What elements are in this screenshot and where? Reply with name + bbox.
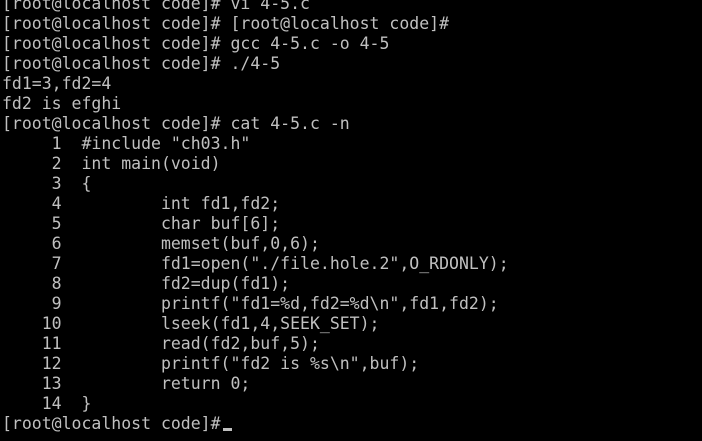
terminal-line-14: 7 fd1=open("./file.hole.2",O_RDONLY); [2, 254, 509, 273]
terminal-prompt: [root@localhost code]# [2, 414, 221, 433]
terminal-line-2: [root@localhost code]# [root@localhost c… [2, 14, 450, 33]
terminal-prompt-line[interactable]: [root@localhost code]# [2, 414, 232, 434]
terminal-line-17: 10 lseek(fd1,4,SEEK_SET); [2, 314, 380, 333]
terminal-line-4: [root@localhost code]# ./4-5 [2, 54, 281, 73]
terminal-line-1: [root@localhost code]# vi 4-5.c [2, 0, 310, 13]
cursor-icon [222, 428, 232, 431]
terminal-line-9: 2 int main(void) [2, 154, 221, 173]
terminal-line-7: [root@localhost code]# cat 4-5.c -n [2, 114, 350, 133]
terminal-line-19: 12 printf("fd2 is %s\n",buf); [2, 354, 420, 373]
terminal-line-10: 3 { [2, 174, 92, 193]
terminal-line-11: 4 int fd1,fd2; [2, 194, 281, 213]
terminal-line-3: [root@localhost code]# gcc 4-5.c -o 4-5 [2, 34, 390, 53]
terminal-line-18: 11 read(fd2,buf,5); [2, 334, 320, 353]
terminal-line-20: 13 return 0; [2, 374, 251, 393]
terminal-line-13: 6 memset(buf,0,6); [2, 234, 320, 253]
terminal-line-5: fd1=3,fd2=4 [2, 74, 112, 93]
terminal-line-8: 1 #include "ch03.h" [2, 134, 251, 153]
terminal-line-6: fd2 is efghi [2, 94, 122, 113]
terminal-line-21: 14 } [2, 394, 92, 413]
terminal-window[interactable]: [root@localhost code]# vi 4-5.c [root@lo… [0, 0, 702, 441]
terminal-line-16: 9 printf("fd1=%d,fd2=%d\n",fd1,fd2); [2, 294, 499, 313]
terminal-line-15: 8 fd2=dup(fd1); [2, 274, 291, 293]
terminal-line-12: 5 char buf[6]; [2, 214, 281, 233]
